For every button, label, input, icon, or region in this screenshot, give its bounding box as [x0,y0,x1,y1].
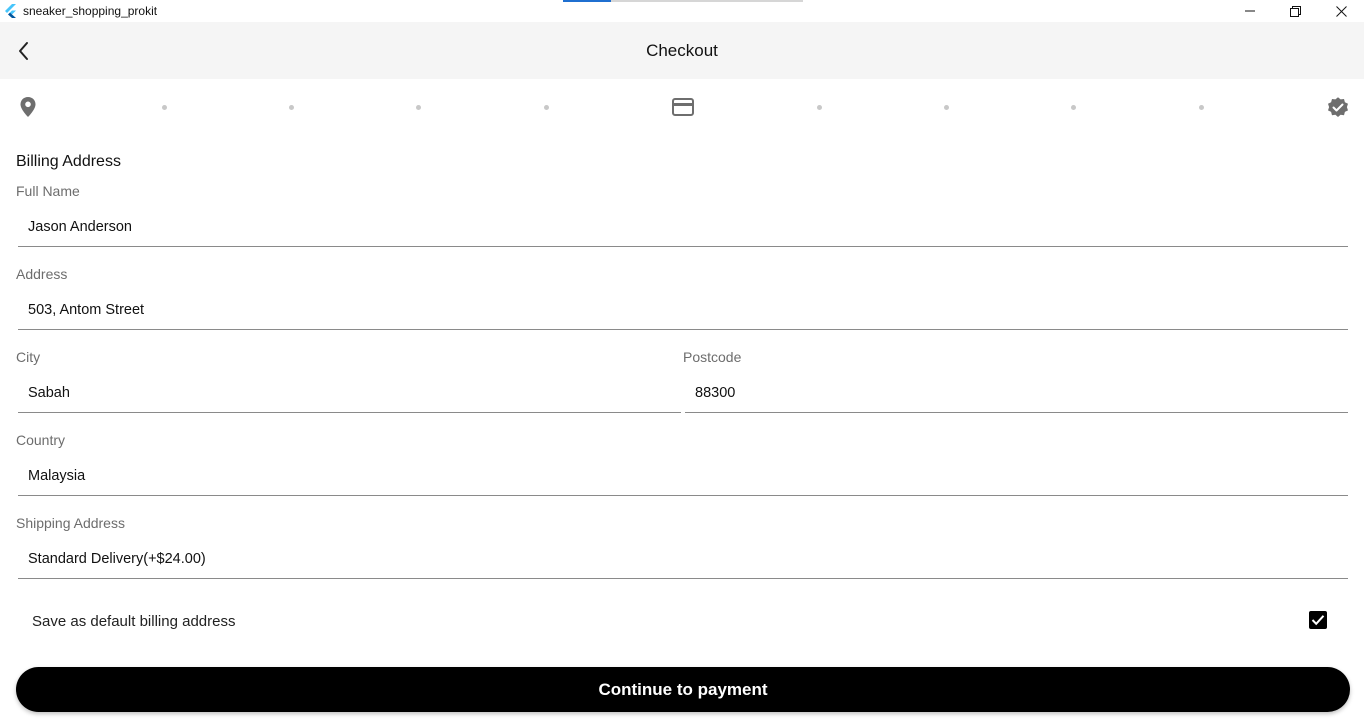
step-connector-dot [944,105,949,110]
city-input[interactable] [18,373,681,412]
shipping-field [18,539,1348,579]
step-connector-dot [289,105,294,110]
window-scroll-indicator [563,0,803,2]
step-payment[interactable] [672,98,694,121]
step-connector-dot [162,105,167,110]
checkout-stepper [0,79,1364,137]
verified-badge-icon [1328,97,1348,117]
checkmark-icon [1311,615,1325,626]
postcode-input[interactable] [685,373,1348,412]
close-window-button[interactable] [1318,0,1364,22]
step-confirmation[interactable] [1326,95,1350,124]
section-title-billing: Billing Address [16,153,121,170]
save-default-label: Save as default billing address [32,613,236,630]
full-name-input[interactable] [18,207,1348,246]
flutter-icon [5,4,16,18]
full-name-label: Full Name [16,183,80,199]
step-connector-dot [1199,105,1204,110]
step-connector-dot [817,105,822,110]
window-title: sneaker_shopping_prokit [23,4,158,18]
city-field [18,373,681,413]
save-default-row[interactable]: Save as default billing address [32,608,1332,634]
postcode-field [685,373,1348,413]
app-bar: Checkout [0,22,1364,79]
window-title-bar: sneaker_shopping_prokit [0,0,1364,22]
close-icon [1335,5,1347,17]
minimize-button[interactable] [1227,0,1273,22]
step-connector-dot [1071,105,1076,110]
shipping-label: Shipping Address [16,515,125,531]
address-label: Address [16,266,68,282]
shipping-input[interactable] [18,539,1348,578]
location-pin-icon [20,97,36,117]
step-address[interactable] [19,96,37,123]
save-default-checkbox[interactable] [1309,611,1327,629]
step-connector-dot [544,105,549,110]
page-title: Checkout [646,41,718,60]
full-name-field [18,207,1348,247]
country-input[interactable] [18,456,1348,495]
step-connector-dot [416,105,421,110]
minimize-icon [1245,10,1255,12]
country-field [18,456,1348,496]
maximize-button[interactable] [1272,0,1318,22]
restore-icon [1289,5,1301,17]
continue-to-payment-button[interactable]: Continue to payment [16,667,1350,712]
address-input[interactable] [18,290,1348,329]
address-field [18,290,1348,330]
city-label: City [16,349,41,365]
credit-card-icon [672,98,694,116]
country-label: Country [16,432,66,448]
postcode-label: Postcode [683,349,742,365]
